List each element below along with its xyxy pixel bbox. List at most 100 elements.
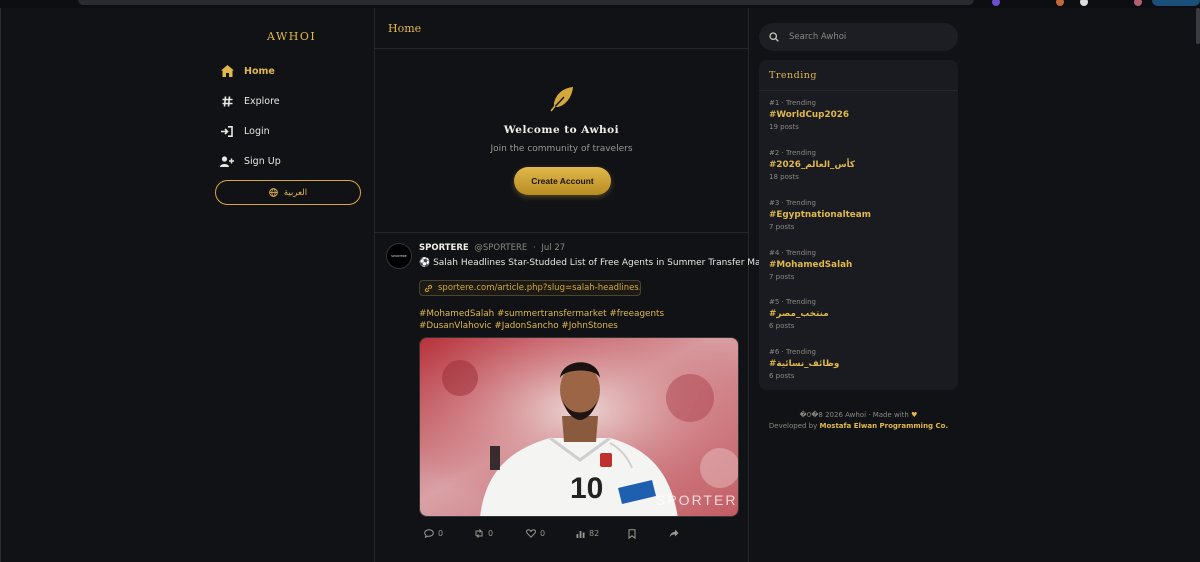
trend-meta: #6 · Trending bbox=[769, 348, 816, 356]
avatar[interactable]: SPORTERE bbox=[386, 243, 412, 269]
trend-count: 7 posts bbox=[769, 273, 795, 281]
language-button[interactable]: العربية bbox=[215, 180, 361, 205]
views-count: 82 bbox=[589, 529, 600, 538]
trend-item[interactable]: #5 · Trending #منتخب_مصر 6 posts bbox=[769, 298, 949, 330]
trend-item[interactable]: #4 · Trending #MohamedSalah 7 posts bbox=[769, 249, 949, 281]
user-plus-icon bbox=[220, 154, 234, 168]
post-separator: · bbox=[532, 243, 536, 253]
repost-icon bbox=[474, 529, 484, 538]
globe-icon bbox=[269, 188, 278, 197]
hashtag-icon bbox=[220, 94, 234, 108]
trend-count: 19 posts bbox=[769, 123, 799, 131]
sidebar-item-login[interactable]: Login bbox=[220, 120, 270, 142]
home-icon bbox=[220, 64, 234, 78]
sidebar-item-home[interactable]: Home bbox=[220, 60, 275, 82]
login-icon bbox=[220, 124, 234, 138]
developed-by-label: Developed by bbox=[768, 422, 818, 430]
browser-action-button[interactable] bbox=[1152, 0, 1200, 6]
trend-meta: #1 · Trending bbox=[769, 99, 816, 107]
post-link-text: sportere.com/article.php?slug=salah-head… bbox=[438, 283, 641, 293]
extension-icon[interactable] bbox=[1056, 0, 1064, 6]
footer: �0�8 2026 Awhoi · Made with ♥ Developed … bbox=[759, 410, 958, 432]
sidebar-item-signup[interactable]: Sign Up bbox=[220, 150, 281, 172]
trend-tag[interactable]: #منتخب_مصر bbox=[769, 309, 949, 319]
comment-icon bbox=[424, 529, 434, 538]
trend-count: 18 posts bbox=[769, 173, 799, 181]
post-date[interactable]: Jul 27 bbox=[541, 243, 565, 253]
divider bbox=[759, 90, 958, 91]
sidebar-item-label: Sign Up bbox=[244, 155, 281, 167]
sidebar-item-explore[interactable]: Explore bbox=[220, 90, 280, 112]
post-text: ⚽ Salah Headlines Star-Studded List of F… bbox=[419, 258, 779, 268]
sidebar-item-label: Explore bbox=[244, 95, 280, 107]
repost-count: 0 bbox=[488, 529, 494, 538]
post-handle[interactable]: @SPORTERE bbox=[474, 243, 527, 253]
bookmark-button[interactable] bbox=[628, 529, 640, 539]
footer-line-1: �0�8 2026 Awhoi · Made with ♥ bbox=[759, 410, 958, 421]
trend-item[interactable]: #1 · Trending #WorldCup2026 19 posts bbox=[769, 99, 949, 131]
developer-link[interactable]: Mostafa Elwan Programming Co. bbox=[820, 422, 949, 430]
like-count: 0 bbox=[540, 529, 546, 538]
trend-tag[interactable]: #MohamedSalah bbox=[769, 260, 949, 270]
trend-count: 7 posts bbox=[769, 223, 795, 231]
jersey-number: 10 bbox=[570, 472, 603, 505]
post-actions: 0 0 0 82 bbox=[419, 529, 739, 543]
language-label: العربية bbox=[283, 187, 308, 198]
trending-title: Trending bbox=[769, 70, 817, 81]
trend-item[interactable]: #6 · Trending #وظائف_نسائية 6 posts bbox=[769, 348, 949, 380]
trend-tag[interactable]: #Egyptnationalteam bbox=[769, 210, 949, 220]
welcome-panel: Welcome to Awhoi Join the community of t… bbox=[375, 49, 748, 233]
footer-line-2: Developed by Mostafa Elwan Programming C… bbox=[759, 421, 958, 432]
welcome-subtitle: Join the community of travelers bbox=[490, 144, 633, 154]
browser-top-bar bbox=[0, 0, 1200, 8]
address-bar[interactable] bbox=[78, 0, 974, 5]
main-column: Home Welcome to Awhoi Join the community… bbox=[374, 8, 778, 562]
trend-item[interactable]: #3 · Trending #Egyptnationalteam 7 posts bbox=[769, 199, 949, 231]
bookmark-icon bbox=[628, 529, 636, 539]
copyright-text: �0�8 2026 Awhoi · Made with bbox=[799, 411, 909, 419]
trend-tag[interactable]: #WorldCup2026 bbox=[769, 110, 949, 120]
feather-icon bbox=[548, 85, 576, 117]
image-watermark: SPORTERE bbox=[656, 492, 739, 508]
trend-tag[interactable]: #وظائف_نسائية bbox=[769, 359, 949, 369]
trend-count: 6 posts bbox=[769, 372, 795, 380]
extension-icon[interactable] bbox=[1080, 0, 1088, 6]
post-hashtags[interactable]: #MohamedSalah #summertransfermarket #fre… bbox=[419, 308, 739, 332]
link-icon bbox=[424, 284, 433, 293]
like-button[interactable]: 0 bbox=[526, 529, 545, 538]
extension-icon[interactable] bbox=[992, 0, 1000, 6]
reply-button[interactable]: 0 bbox=[424, 529, 443, 538]
scrollbar[interactable] bbox=[1196, 8, 1200, 44]
reply-count: 0 bbox=[438, 529, 444, 538]
sidebar-item-label: Login bbox=[244, 125, 270, 137]
welcome-title: Welcome to Awhoi bbox=[503, 124, 620, 136]
trend-meta: #2 · Trending bbox=[769, 149, 816, 157]
trend-tag[interactable]: #كأس_العالم_2026 bbox=[769, 160, 949, 170]
repost-button[interactable]: 0 bbox=[474, 529, 493, 538]
share-button[interactable] bbox=[669, 529, 683, 538]
create-account-button[interactable]: Create Account bbox=[514, 167, 611, 195]
trend-meta: #5 · Trending bbox=[769, 298, 816, 306]
app-logo[interactable]: AWHOI bbox=[267, 30, 316, 43]
left-sidebar: AWHOI Home Explore Login Sign Up العربية bbox=[200, 8, 374, 562]
page-header: Home bbox=[375, 8, 748, 49]
post-header: SPORTERE @SPORTERE · Jul 27 bbox=[419, 243, 565, 253]
search-icon bbox=[769, 32, 779, 42]
search-input[interactable] bbox=[789, 32, 939, 42]
trending-panel: Trending #1 · Trending #WorldCup2026 19 … bbox=[759, 60, 958, 390]
trend-meta: #4 · Trending bbox=[769, 249, 816, 257]
share-icon bbox=[669, 529, 679, 538]
bar-chart-icon bbox=[576, 529, 585, 538]
profile-icon[interactable] bbox=[1134, 0, 1142, 6]
post-card[interactable]: SPORTERE SPORTERE @SPORTERE · Jul 27 ⚽ S… bbox=[375, 233, 778, 562]
search-bar[interactable] bbox=[759, 23, 958, 51]
page-title: Home bbox=[388, 21, 422, 35]
post-image[interactable]: 10 SPORTERE bbox=[419, 337, 739, 517]
trend-item[interactable]: #2 · Trending #كأس_العالم_2026 18 posts bbox=[769, 149, 949, 181]
post-author[interactable]: SPORTERE bbox=[419, 243, 469, 253]
views-button[interactable]: 82 bbox=[576, 529, 599, 538]
trend-meta: #3 · Trending bbox=[769, 199, 816, 207]
sidebar-item-label: Home bbox=[244, 65, 275, 77]
trend-count: 6 posts bbox=[769, 322, 795, 330]
post-link[interactable]: sportere.com/article.php?slug=salah-head… bbox=[419, 280, 641, 296]
